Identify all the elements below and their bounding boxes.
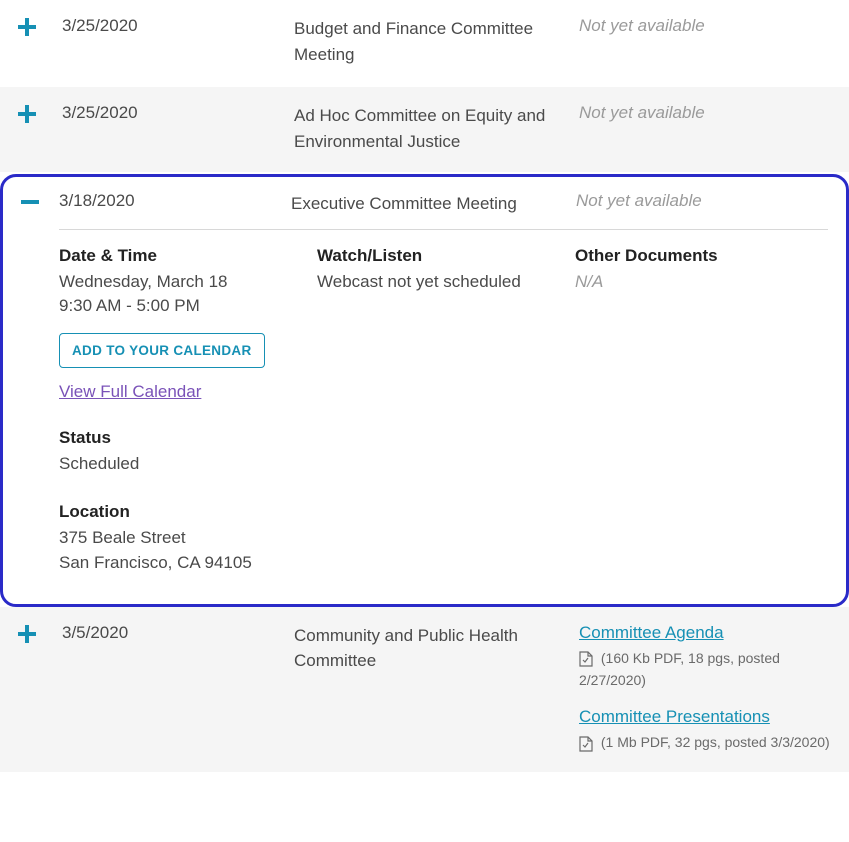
toggle-col — [18, 16, 62, 67]
toggle-col — [18, 623, 62, 754]
meeting-title: Ad Hoc Committee on Equity and Environme… — [294, 103, 579, 154]
presentations-meta: (1 Mb PDF, 32 pgs, posted 3/3/2020) — [579, 731, 839, 753]
agenda-col: Not yet available — [579, 103, 839, 154]
divider — [59, 229, 828, 230]
panel-col-left: Date & Time Wednesday, March 18 9:30 AM … — [59, 246, 317, 576]
other-docs-text: N/A — [575, 270, 806, 295]
toggle-col — [21, 191, 59, 217]
panel-col-right: Other Documents N/A — [575, 246, 828, 576]
meeting-date: 3/18/2020 — [59, 191, 291, 217]
meeting-title: Budget and Finance Committee Meeting — [294, 16, 579, 67]
committee-agenda-link[interactable]: Committee Agenda — [579, 623, 724, 643]
panel-col-mid: Watch/Listen Webcast not yet scheduled — [317, 246, 575, 576]
meeting-date: 3/5/2020 — [62, 623, 294, 754]
meeting-row: 3/25/2020 Ad Hoc Committee on Equity and… — [0, 87, 849, 174]
agenda-unavailable: Not yet available — [576, 191, 702, 210]
location-heading: Location — [59, 502, 295, 522]
toggle-col — [18, 103, 62, 154]
agenda-unavailable: Not yet available — [579, 103, 705, 122]
agenda-col: Not yet available — [576, 191, 828, 217]
view-full-calendar-link[interactable]: View Full Calendar — [59, 382, 201, 402]
agenda-meta: (160 Kb PDF, 18 pgs, posted 2/27/2020) — [579, 647, 839, 692]
other-docs-heading: Other Documents — [575, 246, 806, 266]
meeting-title: Community and Public Health Committee — [294, 623, 579, 754]
datetime-heading: Date & Time — [59, 246, 295, 266]
datetime-line2: 9:30 AM - 5:00 PM — [59, 294, 295, 319]
status-heading: Status — [59, 428, 295, 448]
meeting-date: 3/25/2020 — [62, 103, 294, 154]
meeting-expanded-panel: 3/18/2020 Executive Committee Meeting No… — [0, 174, 849, 607]
expand-icon[interactable] — [18, 105, 36, 123]
expanded-header: 3/18/2020 Executive Committee Meeting No… — [21, 191, 828, 229]
pdf-icon — [579, 651, 593, 667]
datetime-line1: Wednesday, March 18 — [59, 270, 295, 295]
committee-presentations-link[interactable]: Committee Presentations — [579, 707, 770, 727]
agenda-unavailable: Not yet available — [579, 16, 705, 35]
status-text: Scheduled — [59, 452, 295, 477]
status-section: Status Scheduled — [59, 428, 295, 477]
agenda-col: Not yet available — [579, 16, 839, 67]
agenda-meta-text: (160 Kb PDF, 18 pgs, posted 2/27/2020) — [579, 650, 780, 688]
meeting-row: 3/25/2020 Budget and Finance Committee M… — [0, 0, 849, 87]
datetime-section: Date & Time Wednesday, March 18 9:30 AM … — [59, 246, 295, 402]
watch-heading: Watch/Listen — [317, 246, 553, 266]
agenda-col: Committee Agenda (160 Kb PDF, 18 pgs, po… — [579, 623, 839, 754]
meeting-date: 3/25/2020 — [62, 16, 294, 67]
presentations-meta-text: (1 Mb PDF, 32 pgs, posted 3/3/2020) — [601, 734, 830, 750]
collapse-icon[interactable] — [21, 193, 39, 211]
expand-icon[interactable] — [18, 18, 36, 36]
meeting-row: 3/5/2020 Community and Public Health Com… — [0, 607, 849, 774]
expanded-body: Date & Time Wednesday, March 18 9:30 AM … — [21, 246, 828, 576]
location-line1: 375 Beale Street — [59, 526, 295, 551]
pdf-icon — [579, 736, 593, 752]
expand-icon[interactable] — [18, 625, 36, 643]
watch-text: Webcast not yet scheduled — [317, 270, 553, 295]
add-to-calendar-button[interactable]: ADD TO YOUR CALENDAR — [59, 333, 265, 368]
meeting-title: Executive Committee Meeting — [291, 191, 576, 217]
location-line2: San Francisco, CA 94105 — [59, 551, 295, 576]
location-section: Location 375 Beale Street San Francisco,… — [59, 502, 295, 575]
